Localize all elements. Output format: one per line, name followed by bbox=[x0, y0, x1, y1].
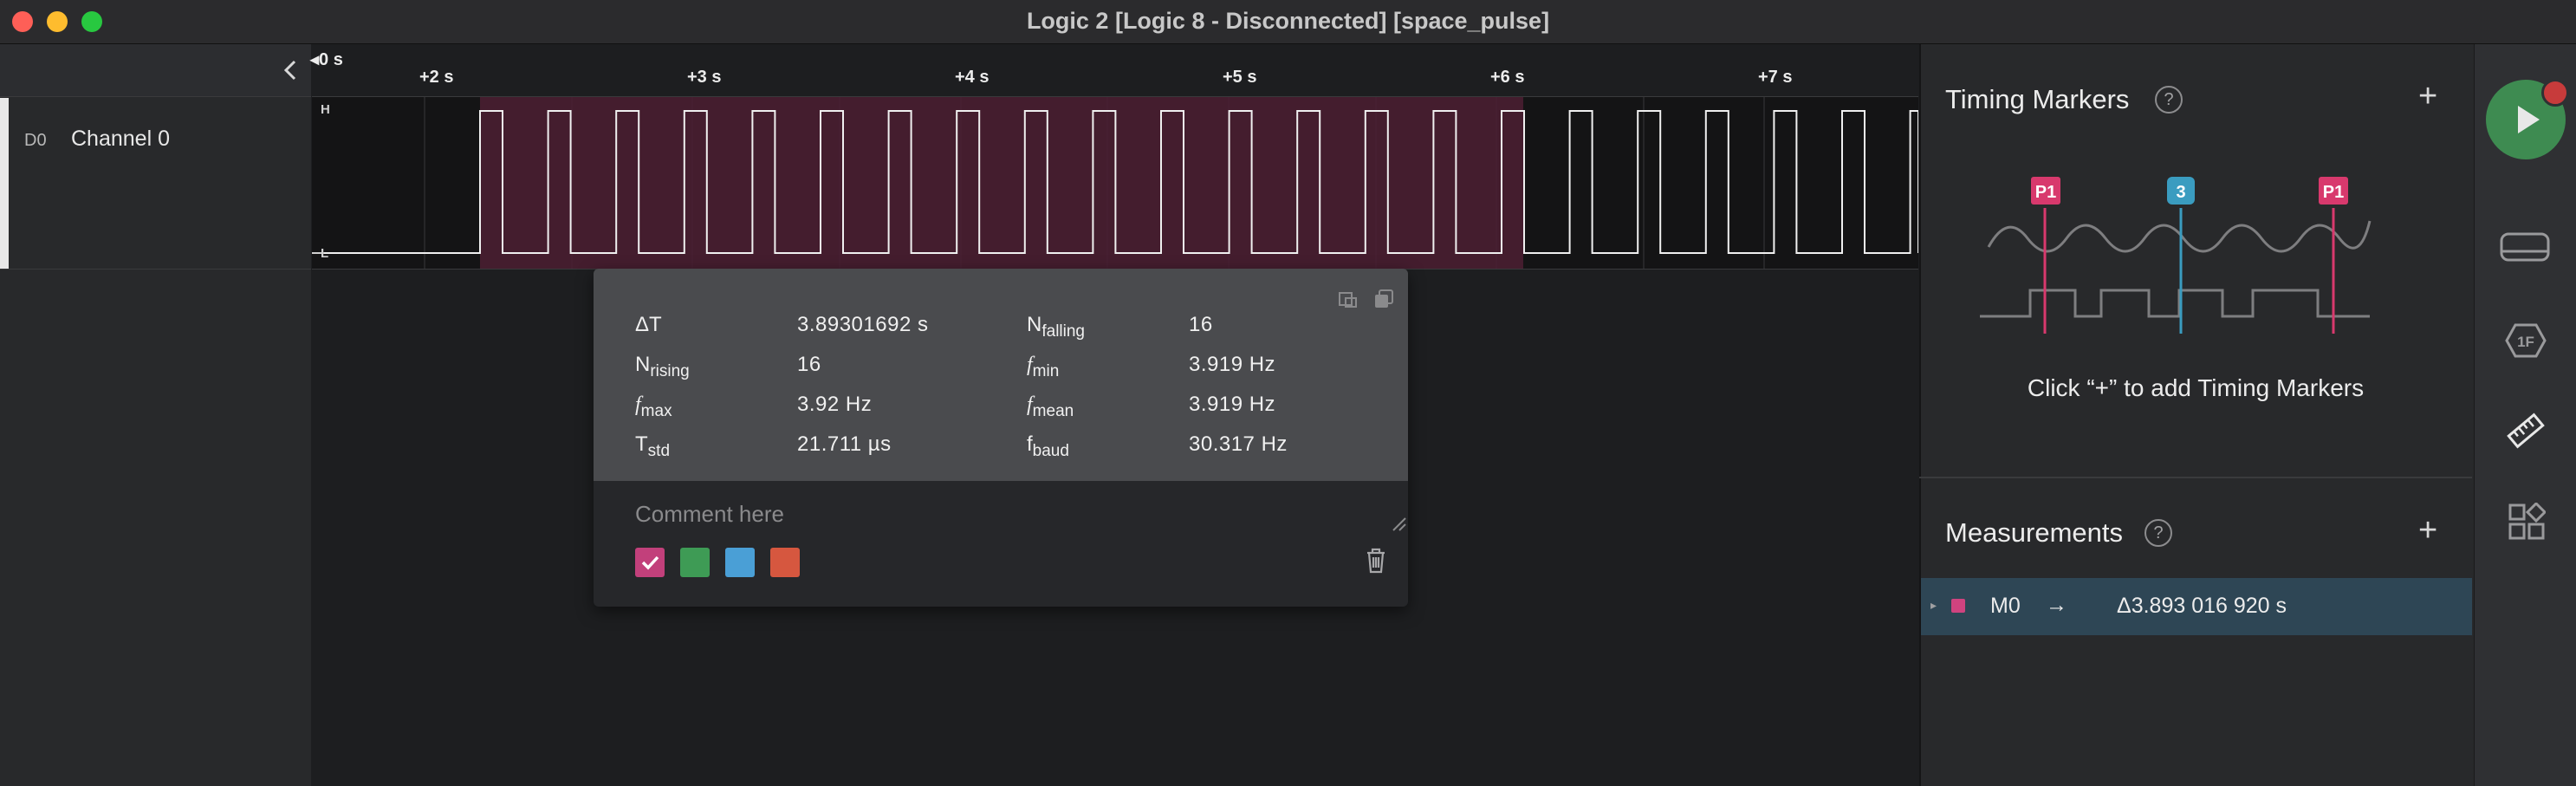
stat-label-t-std: Tstd bbox=[635, 432, 671, 460]
copy-button[interactable] bbox=[1372, 289, 1395, 311]
expand-popup-button[interactable] bbox=[1338, 289, 1360, 311]
stat-value-f-min: 3.919 Hz bbox=[1189, 353, 1276, 376]
device-settings-button[interactable] bbox=[2499, 230, 2551, 264]
stat-value-delta-t: 3.89301692 s bbox=[797, 313, 929, 336]
timing-markers-hint: Click “+” to add Timing Markers bbox=[2027, 374, 2365, 401]
ruler-icon bbox=[2507, 412, 2545, 449]
resize-handle[interactable] bbox=[1392, 516, 1407, 532]
ruler-origin: ◂0 s bbox=[310, 50, 343, 69]
measurements-tool-button[interactable] bbox=[2507, 412, 2545, 450]
device-status-badge bbox=[2541, 79, 2569, 107]
channel-panel-header bbox=[0, 44, 311, 97]
extensions-icon bbox=[2508, 501, 2547, 540]
add-timing-marker-button[interactable]: + bbox=[2418, 78, 2437, 115]
channel-selected-indicator bbox=[0, 98, 9, 269]
add-measurement-button[interactable]: + bbox=[2418, 512, 2437, 549]
marker-label: P1 bbox=[2035, 183, 2056, 202]
tick-label: +5 s bbox=[1223, 68, 1257, 87]
tick-label: +7 s bbox=[1758, 68, 1793, 87]
analyzers-button[interactable]: 1F bbox=[2505, 322, 2547, 364]
tick-label: +6 s bbox=[1490, 68, 1525, 87]
resize-grip-icon bbox=[1392, 517, 1406, 531]
stat-label-f-min: fmin bbox=[1027, 354, 1060, 380]
measurement-color-indicator bbox=[1951, 599, 1965, 613]
collapse-panel-button[interactable] bbox=[276, 55, 305, 85]
stat-label-f-max: fmax bbox=[635, 393, 672, 420]
timing-markers-help-icon[interactable]: ? bbox=[2155, 86, 2183, 114]
marker-label: 3 bbox=[2176, 183, 2185, 202]
color-swatch-orange[interactable] bbox=[770, 548, 800, 577]
analyzer-1f-icon: 1F bbox=[2505, 323, 2547, 358]
stat-label-f-baud: fbaud bbox=[1027, 432, 1069, 460]
stat-label-n-rising: Nrising bbox=[635, 353, 690, 380]
color-swatch-pink[interactable] bbox=[635, 548, 665, 577]
stat-label-n-falling: Nfalling bbox=[1027, 313, 1085, 341]
color-swatch-green[interactable] bbox=[680, 548, 710, 577]
copy-icon bbox=[1375, 289, 1393, 308]
marker-label: P1 bbox=[2323, 183, 2344, 202]
layout-icon bbox=[1339, 292, 1357, 308]
stat-value-f-max: 3.92 Hz bbox=[797, 393, 873, 416]
color-swatch-blue[interactable] bbox=[725, 548, 755, 577]
measurements-title: Measurements bbox=[1945, 517, 2124, 548]
checkmark-icon bbox=[641, 555, 659, 570]
stat-value-n-falling: 16 bbox=[1189, 313, 1213, 336]
tick-label: +3 s bbox=[687, 68, 722, 87]
stat-value-t-std: 21.711 µs bbox=[797, 432, 892, 456]
measurement-highlight[interactable] bbox=[480, 97, 1523, 269]
timing-markers-illustration: P1 3 P1 bbox=[1980, 177, 2372, 334]
low-level-label: L bbox=[321, 246, 328, 261]
arrow-right-icon: → bbox=[2046, 593, 2067, 617]
svg-text:1F: 1F bbox=[2517, 334, 2534, 350]
tick-label: +2 s bbox=[419, 68, 454, 87]
measurements-help-icon[interactable]: ? bbox=[2145, 519, 2172, 547]
tick-label: +4 s bbox=[955, 68, 990, 87]
waveform-graph[interactable]: H L bbox=[312, 97, 1918, 269]
comment-input[interactable]: Comment here bbox=[635, 501, 784, 528]
time-ruler[interactable] bbox=[312, 44, 1918, 97]
extensions-button[interactable] bbox=[2508, 501, 2547, 541]
measurement-value: Δ3.893 016 920 s bbox=[2117, 594, 2287, 618]
delete-measurement-button[interactable] bbox=[1363, 546, 1389, 575]
tick-label: 0 s bbox=[319, 50, 343, 69]
right-panel bbox=[1919, 44, 2474, 786]
stat-label-f-mean: fmean bbox=[1027, 393, 1074, 420]
high-level-label: H bbox=[321, 102, 330, 117]
stat-value-f-mean: 3.919 Hz bbox=[1189, 393, 1276, 416]
trash-icon bbox=[1367, 548, 1385, 574]
timing-markers-title: Timing Markers bbox=[1945, 84, 2130, 114]
chevron-left-icon bbox=[283, 60, 296, 81]
stat-label-delta-t: ΔT bbox=[635, 313, 662, 336]
stat-value-n-rising: 16 bbox=[797, 353, 821, 376]
channel-row[interactable] bbox=[0, 98, 311, 270]
channel-id: D0 bbox=[24, 131, 47, 150]
measurement-name: M0 bbox=[1990, 594, 2021, 618]
channel-name[interactable]: Channel 0 bbox=[71, 127, 170, 152]
device-icon bbox=[2500, 232, 2550, 262]
window-title: Logic 2 [Logic 8 - Disconnected] [space_… bbox=[1026, 8, 1550, 34]
stat-value-f-baud: 30.317 Hz bbox=[1189, 432, 1288, 456]
expand-triangle-icon[interactable]: ▸ bbox=[1930, 598, 1937, 613]
panel-divider bbox=[1919, 477, 2472, 478]
